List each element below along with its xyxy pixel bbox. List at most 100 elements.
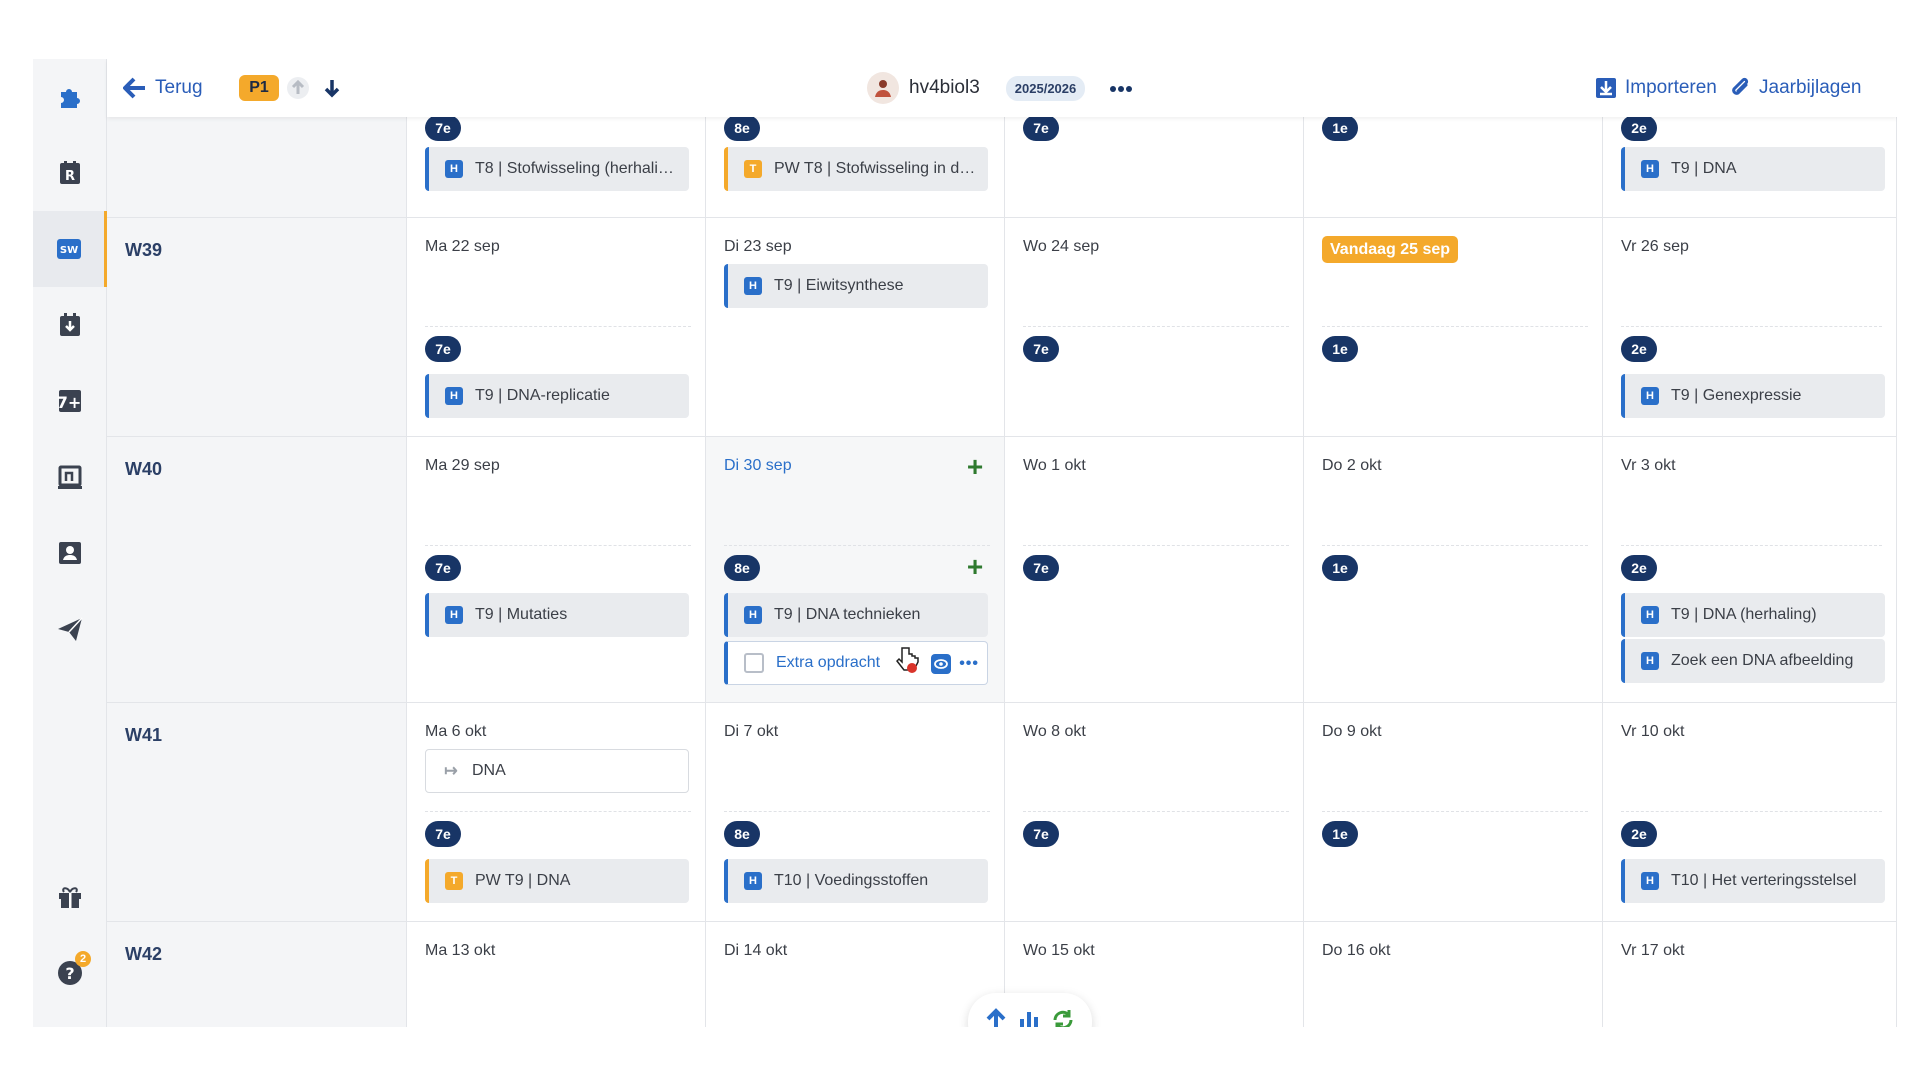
gift-icon — [59, 887, 81, 908]
day-date: Wo 24 sep — [1023, 238, 1100, 255]
day-date: Di 30 sep — [724, 457, 792, 474]
sidebar-item-gift[interactable] — [33, 859, 107, 935]
svg-text:SW: SW — [59, 245, 77, 256]
week-row-previous: 7e H T8 | Stofwisseling (herhalin... 8e T… — [107, 115, 1897, 218]
day-cell[interactable]: 8e T PW T8 | Stofwisseling in de... — [706, 115, 1005, 217]
sidebar-item-home[interactable] — [33, 59, 107, 135]
class-badge: 7e — [425, 821, 461, 847]
lesson-card[interactable]: H T9 | DNA technieken — [724, 593, 988, 637]
bar-chart-icon — [1019, 1011, 1038, 1027]
class-badge: 1e — [1322, 821, 1358, 847]
sw-icon: SW — [56, 239, 81, 259]
group-name: hv4biol3 — [909, 77, 980, 98]
visibility-button[interactable] — [931, 654, 951, 674]
day-cell[interactable]: 1e — [1304, 115, 1603, 217]
class-badge: 2e — [1621, 115, 1657, 141]
sidebar-item-roster[interactable]: R — [33, 135, 107, 211]
more-menu-button[interactable] — [1109, 77, 1133, 99]
day-cell[interactable]: Di 14 okt — [706, 922, 1005, 1027]
lesson-card[interactable]: H T8 | Stofwisseling (herhalin... — [425, 147, 689, 191]
assignment-more-button[interactable]: ••• — [959, 655, 979, 673]
school-year-badge: 2025/2026 — [1005, 75, 1086, 101]
arrow-down-icon — [324, 80, 340, 98]
assignment-card[interactable]: Extra opdracht ••• — [724, 641, 988, 685]
day-cell[interactable]: Vr 3 okt 2e H T9 | DNA (herhaling) H Zoek … — [1603, 437, 1897, 702]
day-cell-hovered[interactable]: Di 30 sep + 8e + H T9 | DNA technieken Ex… — [706, 437, 1005, 702]
day-date: Ma 22 sep — [425, 238, 500, 255]
eye-icon — [934, 659, 948, 669]
day-cell[interactable]: Ma 6 okt ↦ DNA 7e T PW T9 | DNA — [407, 703, 706, 921]
class-badge: 1e — [1322, 115, 1358, 141]
homework-h-icon: H — [445, 160, 463, 178]
lesson-card[interactable]: H T9 | DNA — [1621, 147, 1885, 191]
year-attachments-label: Jaarbijlagen — [1759, 77, 1862, 98]
sidebar-item-help[interactable]: ? 2 — [33, 935, 107, 1011]
lesson-card[interactable]: H Zoek een DNA afbeelding — [1621, 639, 1885, 683]
homework-h-icon: H — [1641, 872, 1659, 890]
day-cell[interactable]: Vr 26 sep 2e H T9 | Genexpressie — [1603, 218, 1897, 436]
class-badge: 8e — [724, 115, 760, 141]
class-badge: 8e — [724, 821, 760, 847]
lesson-card[interactable]: H T10 | Voedingsstoffen — [724, 859, 988, 903]
group-selector[interactable]: hv4biol3 2025/2026 — [867, 59, 1133, 117]
assignment-checkbox[interactable] — [744, 653, 764, 673]
add-lesson-item-button[interactable]: + — [964, 553, 986, 581]
test-card[interactable]: T PW T8 | Stofwisseling in de... — [724, 147, 988, 191]
day-cell[interactable]: 7e — [1005, 115, 1304, 217]
sidebar-item-grades[interactable]: 7+ — [33, 363, 107, 439]
day-cell[interactable]: Vandaag 25 sep 1e — [1304, 218, 1603, 436]
period-badge[interactable]: P1 — [239, 75, 279, 101]
sidebar-item-board[interactable] — [33, 439, 107, 515]
statistics-button[interactable] — [1018, 1009, 1040, 1027]
today-badge: Vandaag 25 sep — [1322, 236, 1459, 263]
day-date: Ma 13 okt — [425, 942, 496, 959]
lesson-card[interactable]: H T9 | Genexpressie — [1621, 374, 1885, 418]
divider — [1621, 326, 1882, 327]
day-cell[interactable]: Di 23 sep H T9 | Eiwitsynthese — [706, 218, 1005, 436]
period-down-button[interactable] — [321, 59, 343, 117]
sidebar-item-planning[interactable] — [33, 287, 107, 363]
scroll-top-button[interactable] — [985, 1007, 1007, 1027]
day-cell[interactable]: Wo 1 okt 7e — [1005, 437, 1304, 702]
paperclip-icon — [1732, 77, 1749, 95]
day-cell[interactable]: Do 2 okt 1e — [1304, 437, 1603, 702]
day-cell[interactable]: 7e H T8 | Stofwisseling (herhalin... — [407, 115, 706, 217]
lesson-card[interactable]: H T9 | DNA (herhaling) — [1621, 593, 1885, 637]
week-label: W40 — [107, 437, 407, 702]
import-button[interactable]: Importeren — [1595, 59, 1717, 117]
day-cell[interactable]: 2e H T9 | DNA — [1603, 115, 1897, 217]
lesson-card[interactable]: H T10 | Het verteringsstelsel — [1621, 859, 1885, 903]
year-attachments-button[interactable]: Jaarbijlagen — [1729, 59, 1861, 117]
sidebar-item-studiewijzer[interactable]: SW — [33, 211, 107, 287]
day-cell[interactable]: Do 16 okt — [1304, 922, 1603, 1027]
back-button[interactable]: Terug — [123, 59, 203, 117]
week-label: W41 — [107, 703, 407, 921]
day-cell[interactable]: Do 9 okt 1e — [1304, 703, 1603, 921]
lesson-card[interactable]: H T9 | DNA-replicatie — [425, 374, 689, 418]
day-cell[interactable]: Vr 10 okt 2e H T10 | Het verteringsstelse… — [1603, 703, 1897, 921]
day-cell[interactable]: Wo 24 sep 7e — [1005, 218, 1304, 436]
day-cell[interactable]: Ma 22 sep 7e H T9 | DNA-replicatie — [407, 218, 706, 436]
day-cell[interactable]: Di 7 okt 8e H T10 | Voedingsstoffen — [706, 703, 1005, 921]
add-item-button[interactable]: + — [964, 453, 986, 481]
import-download-icon — [1596, 78, 1616, 98]
day-cell[interactable]: Wo 8 okt 7e — [1005, 703, 1304, 921]
test-card[interactable]: T PW T9 | DNA — [425, 859, 689, 903]
day-cell[interactable]: Ma 13 okt — [407, 922, 706, 1027]
day-date: Vr 26 sep — [1621, 238, 1689, 255]
class-badge: 2e — [1621, 336, 1657, 362]
sync-button[interactable] — [1051, 1008, 1075, 1027]
homework-h-icon: H — [445, 387, 463, 405]
day-date: Di 14 okt — [724, 942, 788, 959]
sidebar-item-messages[interactable] — [33, 591, 107, 667]
day-cell[interactable]: Vr 17 okt — [1603, 922, 1897, 1027]
dots-horizontal-icon — [1110, 86, 1133, 92]
lesson-card[interactable]: H T9 | Mutaties — [425, 593, 689, 637]
import-label: Importeren — [1625, 77, 1717, 98]
day-cell[interactable]: Ma 29 sep 7e H T9 | Mutaties — [407, 437, 706, 702]
topic-card[interactable]: ↦ DNA — [425, 749, 689, 793]
homework-h-icon: H — [1641, 606, 1659, 624]
lesson-card[interactable]: H T9 | Eiwitsynthese — [724, 264, 988, 308]
period-up-button[interactable] — [287, 59, 309, 117]
sidebar-item-contacts[interactable] — [33, 515, 107, 591]
